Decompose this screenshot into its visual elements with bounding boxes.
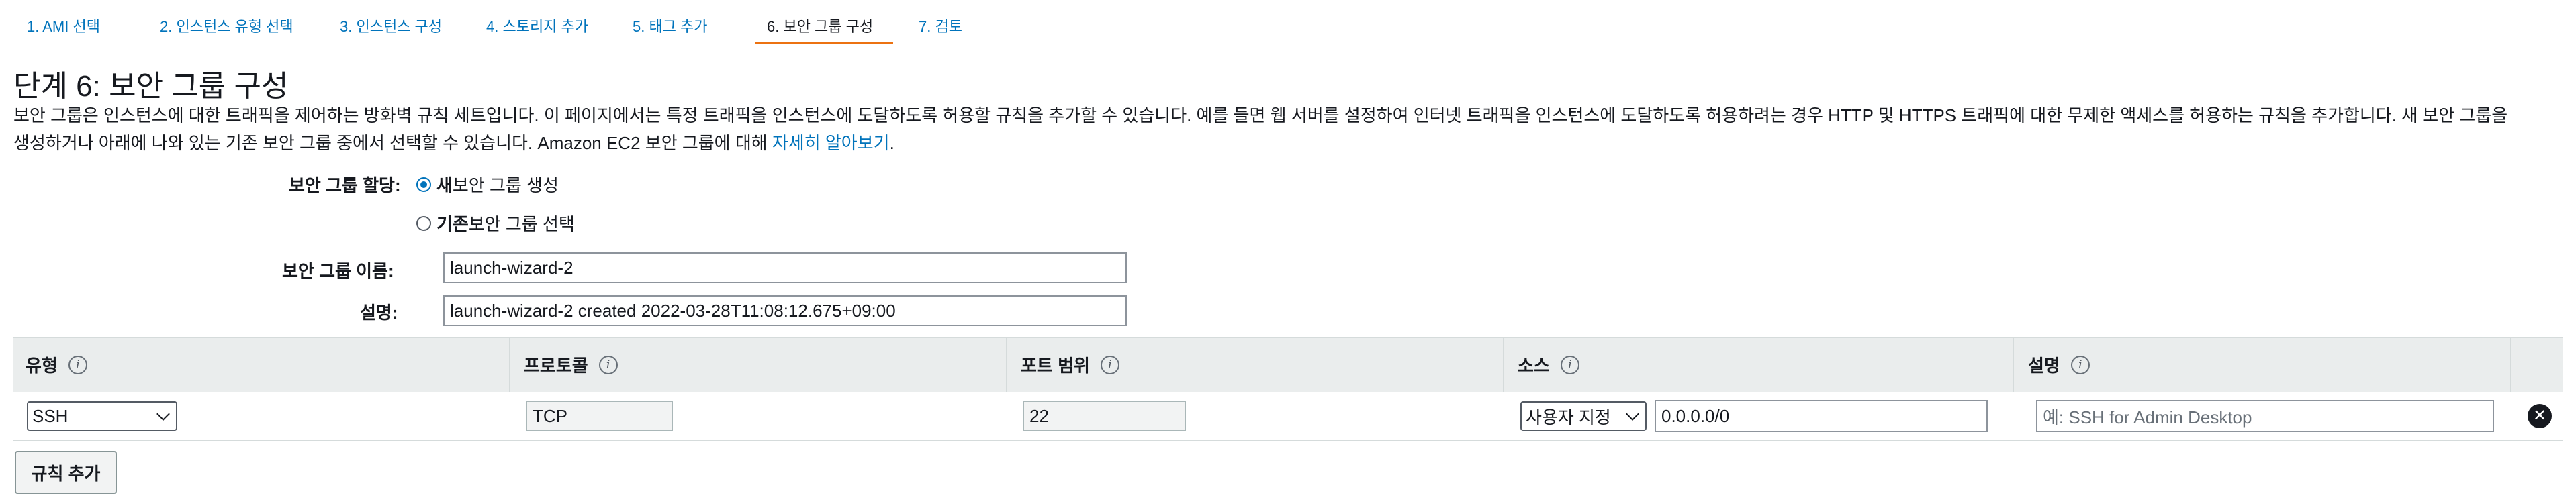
- tab-add-tags[interactable]: 5. 태그 추가: [633, 15, 708, 36]
- security-group-name-label: 보안 그룹 이름:: [282, 261, 394, 281]
- radio-new-security-group[interactable]: 새 보안 그룹 생성: [416, 172, 559, 197]
- wizard-steps: 1. AMI 선택 2. 인스턴스 유형 선택 3. 인스턴스 구성 4. 스토…: [0, 0, 2576, 52]
- info-icon[interactable]: i: [1560, 355, 1579, 374]
- rule-port-range-field: 22: [1023, 401, 1186, 431]
- tab-choose-instance-type[interactable]: 2. 인스턴스 유형 선택: [160, 15, 293, 36]
- page-description: 보안 그룹은 인스턴스에 대한 트래픽을 제어하는 방화벽 규칙 세트입니다. …: [13, 102, 2565, 157]
- header-description: 설명 i: [2028, 352, 2090, 377]
- info-icon[interactable]: i: [1100, 355, 1119, 374]
- tab-review[interactable]: 7. 검토: [919, 15, 962, 36]
- active-tab-indicator: [755, 42, 893, 44]
- tab-configure-security-group[interactable]: 6. 보안 그룹 구성: [767, 15, 873, 36]
- info-icon[interactable]: i: [2070, 355, 2090, 374]
- column-divider: [2510, 338, 2511, 393]
- description-line-1: 보안 그룹은 인스턴스에 대한 트래픽을 제어하는 방화벽 규칙 세트입니다. …: [13, 105, 2508, 126]
- header-protocol-label: 프로토콜: [524, 356, 588, 376]
- remove-circle-icon[interactable]: ✕: [2528, 404, 2552, 428]
- radio-existing-security-group[interactable]: 기존 보안 그룹 선택: [416, 211, 575, 236]
- security-group-description-input[interactable]: launch-wizard-2 created 2022-03-28T11:08…: [443, 295, 1127, 326]
- header-source: 소스 i: [1518, 352, 1579, 377]
- rules-table-header: 유형 i 프로토콜 i 포트 범위 i 소스 i 설명 i: [13, 337, 2563, 393]
- chevron-down-icon: [1626, 407, 1639, 421]
- tab-add-storage[interactable]: 4. 스토리지 추가: [486, 15, 588, 36]
- radio-existing-button[interactable]: [416, 215, 431, 231]
- radio-existing-bold: 기존: [436, 214, 469, 234]
- header-type-label: 유형: [26, 356, 58, 376]
- header-type: 유형 i: [26, 352, 87, 377]
- assign-security-group-label: 보안 그룹 할당:: [289, 175, 401, 195]
- radio-new-label: 보안 그룹 생성: [452, 175, 559, 195]
- rule-source-select[interactable]: 사용자 지정: [1520, 401, 1647, 431]
- learn-more-link[interactable]: 자세히 알아보기: [772, 133, 890, 153]
- description-line-2: 생성하거나 아래에 나와 있는 기존 보안 그룹 중에서 선택할 수 있습니다.…: [13, 133, 772, 153]
- info-icon[interactable]: i: [68, 355, 87, 374]
- column-divider: [2013, 338, 2014, 393]
- radio-existing-label: 보안 그룹 선택: [468, 214, 575, 234]
- rule-description-input[interactable]: 예: SSH for Admin Desktop: [2036, 400, 2494, 432]
- rule-source-cidr-input[interactable]: 0.0.0.0/0: [1655, 400, 1988, 432]
- header-source-label: 소스: [1518, 356, 1550, 376]
- header-protocol: 프로토콜 i: [524, 352, 618, 377]
- header-port-label: 포트 범위: [1021, 356, 1090, 376]
- chevron-down-icon: [156, 407, 170, 421]
- rule-type-select[interactable]: SSH: [27, 401, 177, 431]
- radio-new-bold: 새: [436, 175, 453, 195]
- rule-protocol-field: TCP: [526, 401, 673, 431]
- tab-configure-instance[interactable]: 3. 인스턴스 구성: [340, 15, 442, 36]
- add-rule-button[interactable]: 규칙 추가: [15, 451, 117, 494]
- column-divider: [509, 338, 510, 393]
- column-divider: [1503, 338, 1504, 393]
- page-title: 단계 6: 보안 그룹 구성: [13, 70, 289, 103]
- column-divider: [1006, 338, 1007, 393]
- table-row: SSH TCP 22 사용자 지정 0.0.0.0/0 예: SSH for A…: [13, 392, 2563, 441]
- info-icon[interactable]: i: [598, 355, 618, 374]
- rule-source-mode: 사용자 지정: [1526, 407, 1611, 428]
- tab-choose-ami[interactable]: 1. AMI 선택: [27, 15, 100, 36]
- radio-new-button[interactable]: [416, 177, 431, 192]
- rule-type-value: SSH: [32, 405, 68, 426]
- security-group-name-input[interactable]: launch-wizard-2: [443, 252, 1127, 283]
- header-description-label: 설명: [2028, 356, 2060, 376]
- header-port-range: 포트 범위 i: [1021, 352, 1119, 377]
- description-period: .: [889, 133, 894, 153]
- security-group-description-label: 설명:: [360, 303, 398, 323]
